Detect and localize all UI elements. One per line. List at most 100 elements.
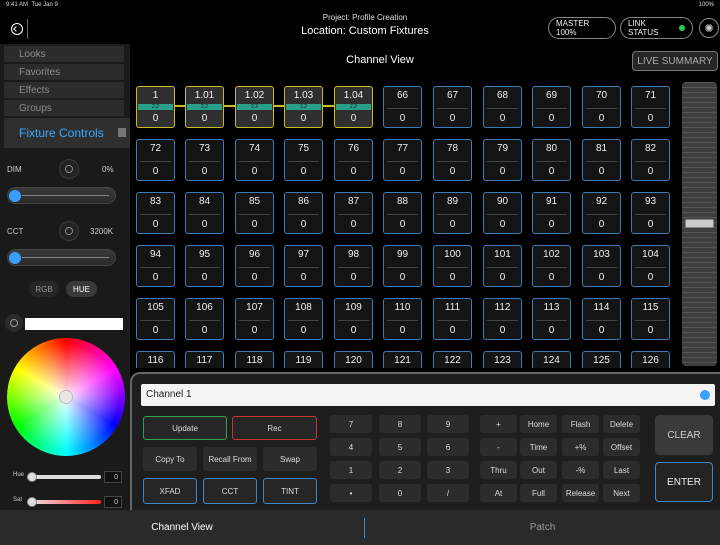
channel-cell[interactable]: 83 0 — [136, 192, 175, 234]
channel-cell[interactable]: 106 0 — [185, 298, 224, 340]
channel-cell[interactable]: 77 0 — [383, 139, 422, 181]
operator-key[interactable]: + — [480, 415, 517, 433]
channel-cell[interactable]: 70 0 — [582, 86, 621, 128]
channel-cell[interactable]: 1.03 2.2 0 — [284, 86, 323, 128]
keypad-key[interactable]: 7 — [330, 415, 372, 433]
operator-key[interactable]: +% — [562, 438, 599, 456]
channel-cell[interactable]: 1170 — [185, 351, 224, 368]
channel-cell[interactable]: 90 0 — [483, 192, 522, 234]
tab-patch[interactable]: Patch — [365, 510, 720, 545]
channel-cell[interactable]: 97 0 — [284, 245, 323, 287]
keypad-key[interactable]: / — [427, 484, 469, 502]
channel-cell[interactable]: 99 0 — [383, 245, 422, 287]
channel-cell[interactable]: 115 0 — [631, 298, 670, 340]
fader-cap[interactable] — [685, 219, 714, 228]
channel-cell[interactable]: 75 0 — [284, 139, 323, 181]
color-wheel-thumb[interactable] — [59, 390, 73, 404]
channel-cell[interactable]: 79 0 — [483, 139, 522, 181]
cct-slider[interactable] — [7, 249, 116, 266]
channel-cell[interactable]: 67 0 — [433, 86, 472, 128]
tab-looks[interactable]: Looks — [4, 46, 124, 63]
cct-knob[interactable] — [59, 221, 79, 241]
info-icon[interactable] — [700, 390, 710, 400]
clear-button[interactable]: CLEAR — [655, 415, 713, 455]
channel-cell[interactable]: 108 0 — [284, 298, 323, 340]
operator-key[interactable]: - — [480, 438, 517, 456]
channel-cell[interactable]: 74 0 — [235, 139, 274, 181]
rec-button[interactable]: Rec — [232, 416, 317, 440]
link-status-button[interactable]: LINK STATUS — [620, 17, 693, 39]
channel-cell[interactable]: 69 0 — [532, 86, 571, 128]
live-summary-button[interactable]: LIVE SUMMARY — [632, 51, 718, 71]
rgb-mode-button[interactable]: RGB — [29, 281, 59, 297]
operator-key[interactable]: -% — [562, 461, 599, 479]
operator-key[interactable]: Time — [520, 438, 557, 456]
update-button[interactable]: Update — [143, 416, 227, 440]
operator-key[interactable]: Last — [603, 461, 640, 479]
operator-key[interactable]: Out — [520, 461, 557, 479]
channel-cell[interactable]: 72 0 — [136, 139, 175, 181]
channel-cell[interactable]: 109 0 — [334, 298, 373, 340]
channel-cell[interactable]: 88 0 — [383, 192, 422, 234]
channel-cell[interactable]: 111 0 — [433, 298, 472, 340]
channel-cell[interactable]: 1180 — [235, 351, 274, 368]
keypad-key[interactable]: 6 — [427, 438, 469, 456]
operator-key[interactable]: Thru — [480, 461, 517, 479]
panel-handle-icon[interactable] — [118, 128, 126, 137]
keypad-key[interactable]: 4 — [330, 438, 372, 456]
color-wheel[interactable] — [7, 338, 125, 456]
channel-cell[interactable]: 101 0 — [483, 245, 522, 287]
tab-favorites[interactable]: Favorites — [4, 64, 124, 81]
back-button[interactable] — [6, 19, 28, 39]
channel-cell[interactable]: 91 0 — [532, 192, 571, 234]
hue-slider-thumb[interactable] — [27, 472, 37, 482]
enter-button[interactable]: ENTER — [655, 462, 713, 502]
channel-cell[interactable]: 1240 — [532, 351, 571, 368]
command-line-input[interactable]: Channel 1 — [141, 384, 715, 406]
keypad-key[interactable]: 3 — [427, 461, 469, 479]
tab-effects[interactable]: Effects — [4, 82, 124, 99]
dim-slider[interactable] — [7, 187, 116, 204]
channel-cell[interactable]: 1210 — [383, 351, 422, 368]
channel-cell[interactable]: 1160 — [136, 351, 175, 368]
channel-cell[interactable]: 86 0 — [284, 192, 323, 234]
channel-cell[interactable]: 1220 — [433, 351, 472, 368]
channel-cell[interactable]: 103 0 — [582, 245, 621, 287]
sat-slider[interactable] — [27, 500, 101, 504]
copy-to-button[interactable]: Copy To — [143, 447, 197, 471]
channel-cell[interactable]: 87 0 — [334, 192, 373, 234]
settings-button[interactable]: ✺ — [699, 18, 719, 38]
operator-key[interactable]: Next — [603, 484, 640, 502]
swap-button[interactable]: Swap — [263, 447, 317, 471]
master-button[interactable]: MASTER 100% — [548, 17, 616, 39]
hue-slider[interactable] — [27, 475, 101, 479]
channel-cell[interactable]: 1260 — [631, 351, 670, 368]
operator-key[interactable]: Home — [520, 415, 557, 433]
channel-cell[interactable]: 81 0 — [582, 139, 621, 181]
cct-slider-thumb[interactable] — [9, 252, 21, 264]
channel-cell[interactable]: 114 0 — [582, 298, 621, 340]
sat-value[interactable]: 0 — [104, 496, 122, 508]
level-fader[interactable] — [682, 82, 717, 366]
channel-cell[interactable]: 80 0 — [532, 139, 571, 181]
channel-cell[interactable]: 82 0 — [631, 139, 670, 181]
operator-key[interactable]: At — [480, 484, 517, 502]
channel-cell[interactable]: 112 0 — [483, 298, 522, 340]
operator-key[interactable]: Delete — [603, 415, 640, 433]
recall-from-button[interactable]: Recall From — [203, 447, 257, 471]
keypad-key[interactable]: 2 — [379, 461, 421, 479]
cct-button[interactable]: CCT — [203, 478, 257, 504]
hue-value[interactable]: 0 — [104, 471, 122, 483]
keypad-key[interactable]: 9 — [427, 415, 469, 433]
channel-cell[interactable]: 1.01 2.2 0 — [185, 86, 224, 128]
dim-knob[interactable] — [59, 159, 79, 179]
channel-cell[interactable]: 98 0 — [334, 245, 373, 287]
channel-cell[interactable]: 100 0 — [433, 245, 472, 287]
channel-cell[interactable]: 1250 — [582, 351, 621, 368]
channel-cell[interactable]: 66 0 — [383, 86, 422, 128]
tab-groups[interactable]: Groups — [4, 100, 124, 117]
channel-cell[interactable]: 89 0 — [433, 192, 472, 234]
dim-slider-thumb[interactable] — [9, 190, 21, 202]
channel-cell[interactable]: 92 0 — [582, 192, 621, 234]
channel-cell[interactable]: 71 0 — [631, 86, 670, 128]
